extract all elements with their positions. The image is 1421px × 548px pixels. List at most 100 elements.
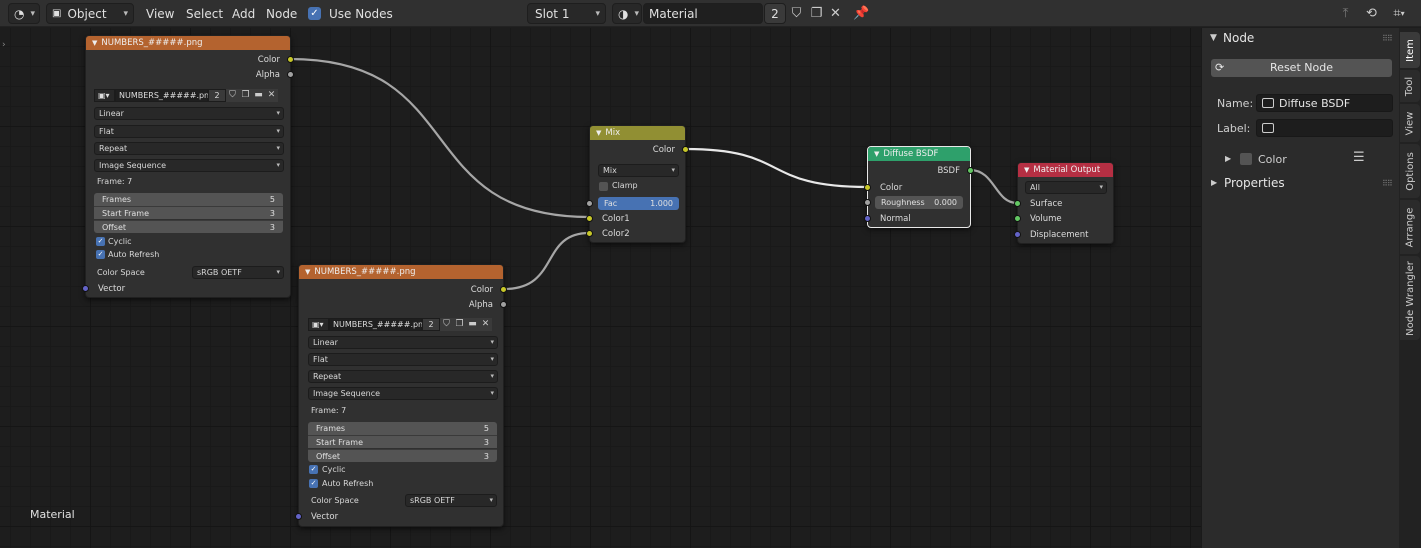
extension-dropdown[interactable]: Repeat ▾ [94, 142, 284, 155]
menu-add[interactable]: Add [228, 3, 259, 24]
cyclic-checkbox[interactable]: ✓ [309, 465, 318, 474]
collapse-triangle-icon[interactable]: ▼ [596, 129, 601, 137]
material-users-count[interactable]: 2 [764, 3, 786, 24]
offset-field[interactable]: Offset 3 [308, 449, 497, 462]
expand-triangle-icon[interactable]: ▶ [1225, 154, 1231, 163]
image-users-count[interactable]: 2 [422, 318, 440, 331]
socket-normal-input[interactable] [864, 215, 871, 222]
close-icon[interactable]: ✕ [265, 89, 278, 102]
node-header[interactable]: ▼ Diffuse BSDF [868, 147, 970, 161]
fake-user-shield-icon[interactable]: ⛉ [440, 318, 453, 331]
duplicate-icon[interactable]: ❐ [453, 318, 466, 331]
tab-arrange[interactable]: Arrange [1400, 200, 1420, 254]
menu-node[interactable]: Node [262, 3, 301, 24]
node-panel-title[interactable]: Node [1223, 31, 1254, 45]
socket-color-output[interactable] [500, 286, 507, 293]
use-nodes-toggle[interactable]: ✓ Use Nodes [308, 3, 393, 24]
socket-color2-input[interactable] [586, 230, 593, 237]
mode-dropdown[interactable]: ▣ Object ▾ [46, 3, 134, 24]
extension-dropdown[interactable]: Repeat ▾ [308, 370, 498, 383]
presets-list-icon[interactable]: ☰ [1353, 150, 1365, 165]
start-frame-field[interactable]: Start Frame 3 [94, 206, 283, 219]
frames-field[interactable]: Frames 5 [308, 422, 497, 435]
interpolation-dropdown[interactable]: Linear ▾ [308, 336, 498, 349]
auto-refresh-checkbox[interactable]: ✓ [309, 479, 318, 488]
target-dropdown[interactable]: All ▾ [1025, 181, 1107, 194]
collapse-triangle-icon[interactable]: ▼ [305, 268, 310, 276]
drag-handle-icon[interactable]: ⠿⠿ [1382, 179, 1393, 188]
diffuse-bsdf-node[interactable]: ▼ Diffuse BSDF BSDF Color Roughness 0.000 … [864, 146, 974, 228]
offset-field[interactable]: Offset 3 [94, 220, 283, 233]
image-name-field[interactable]: NUMBERS_#####.png [115, 89, 214, 102]
image-texture-node-1[interactable]: ▼ NUMBERS_#####.png Color Alpha ▣▾ NUMBER… [82, 35, 294, 298]
close-icon[interactable]: ✕ [479, 318, 492, 331]
projection-dropdown[interactable]: Flat ▾ [308, 353, 498, 366]
color-space-dropdown[interactable]: sRGB OETF ▾ [405, 494, 497, 507]
socket-color-output[interactable] [287, 56, 294, 63]
socket-roughness-input[interactable] [864, 199, 871, 206]
node-header[interactable]: ▼ Mix [590, 126, 685, 140]
image-name-field[interactable]: NUMBERS_#####.png [329, 318, 428, 331]
tab-node-wrangler[interactable]: Node Wrangler [1400, 256, 1420, 340]
mix-node[interactable]: ▼ Mix Color Mix ▾ Clamp Fac 1.000 Color1 Co… [586, 125, 689, 243]
interpolation-dropdown[interactable]: Linear ▾ [94, 107, 284, 120]
auto-refresh-checkbox[interactable]: ✓ [96, 250, 105, 259]
fac-slider[interactable]: Fac 1.000 [598, 197, 679, 210]
collapse-triangle-icon[interactable]: ▼ [1024, 166, 1029, 174]
cyclic-checkbox[interactable]: ✓ [96, 237, 105, 246]
parent-node-tree-icon[interactable]: ⤒ [1336, 4, 1355, 23]
source-dropdown[interactable]: Image Sequence ▾ [94, 159, 284, 172]
node-header[interactable]: ▼ Material Output [1018, 163, 1113, 177]
fake-user-shield-icon[interactable]: ⛉ [787, 4, 806, 23]
start-frame-field[interactable]: Start Frame 3 [308, 435, 497, 448]
blend-type-dropdown[interactable]: Mix ▾ [598, 164, 679, 177]
duplicate-icon[interactable]: ❐ [807, 4, 826, 23]
tab-tool[interactable]: Tool [1400, 70, 1420, 102]
slot-dropdown[interactable]: Slot 1 ▾ [527, 3, 606, 24]
node-name-field[interactable]: Diffuse BSDF [1256, 94, 1393, 112]
socket-alpha-output[interactable] [500, 301, 507, 308]
source-dropdown[interactable]: Image Sequence ▾ [308, 387, 498, 400]
tab-options[interactable]: Options [1400, 144, 1420, 198]
socket-vector-input[interactable] [295, 513, 302, 520]
image-browse-icon[interactable]: ▣▾ [308, 318, 329, 331]
pin-icon[interactable]: 📌 [852, 4, 871, 23]
close-icon[interactable]: ✕ [826, 4, 845, 23]
roughness-field[interactable]: Roughness 0.000 [875, 196, 963, 209]
material-browse-button[interactable]: ◑ ▾ [612, 3, 642, 24]
node-header[interactable]: ▼ NUMBERS_#####.png [86, 36, 290, 50]
color-space-dropdown[interactable]: sRGB OETF ▾ [192, 266, 284, 279]
image-browse-icon[interactable]: ▣▾ [94, 89, 115, 102]
collapse-triangle-icon[interactable]: ▼ [92, 39, 97, 47]
properties-panel-title[interactable]: Properties [1224, 176, 1285, 190]
material-output-node[interactable]: ▼ Material Output All ▾ Surface Volume Dis… [1014, 162, 1114, 244]
snap-icon[interactable]: ⟲ [1362, 4, 1381, 23]
drag-handle-icon[interactable]: ⠿⠿ [1382, 34, 1393, 43]
material-name-field[interactable]: Material [643, 3, 763, 24]
collapse-triangle-icon[interactable]: ▼ [874, 150, 879, 158]
frames-field[interactable]: Frames 5 [94, 193, 283, 206]
socket-displacement-input[interactable] [1014, 231, 1021, 238]
reset-node-button[interactable]: ⟳ Reset Node [1211, 59, 1392, 77]
socket-surface-input[interactable] [1014, 200, 1021, 207]
socket-vector-input[interactable] [82, 285, 89, 292]
node-header[interactable]: ▼ NUMBERS_#####.png [299, 265, 503, 279]
duplicate-icon[interactable]: ❐ [239, 89, 252, 102]
snap-element-dropdown[interactable]: ⌗ ▾ [1384, 4, 1414, 23]
use-custom-color-checkbox[interactable] [1240, 153, 1252, 165]
image-texture-node-2[interactable]: ▼ NUMBERS_#####.png Color Alpha ▣▾ NUMBER… [295, 264, 507, 527]
fake-user-shield-icon[interactable]: ⛉ [226, 89, 239, 102]
menu-view[interactable]: View [142, 3, 178, 24]
image-users-count[interactable]: 2 [208, 89, 226, 102]
projection-dropdown[interactable]: Flat ▾ [94, 125, 284, 138]
color-subpanel-label[interactable]: Color [1258, 153, 1287, 166]
socket-color-output[interactable] [682, 146, 689, 153]
socket-color-input[interactable] [864, 184, 871, 191]
tab-item[interactable]: Item [1400, 32, 1420, 68]
node-label-field[interactable] [1256, 119, 1393, 137]
panel-expanded-icon[interactable]: ▼ [1210, 33, 1217, 43]
folder-icon[interactable]: ▬ [252, 89, 265, 102]
socket-fac-input[interactable] [586, 200, 593, 207]
socket-alpha-output[interactable] [287, 71, 294, 78]
collapsed-triangle-icon[interactable]: ▶ [1211, 178, 1217, 187]
